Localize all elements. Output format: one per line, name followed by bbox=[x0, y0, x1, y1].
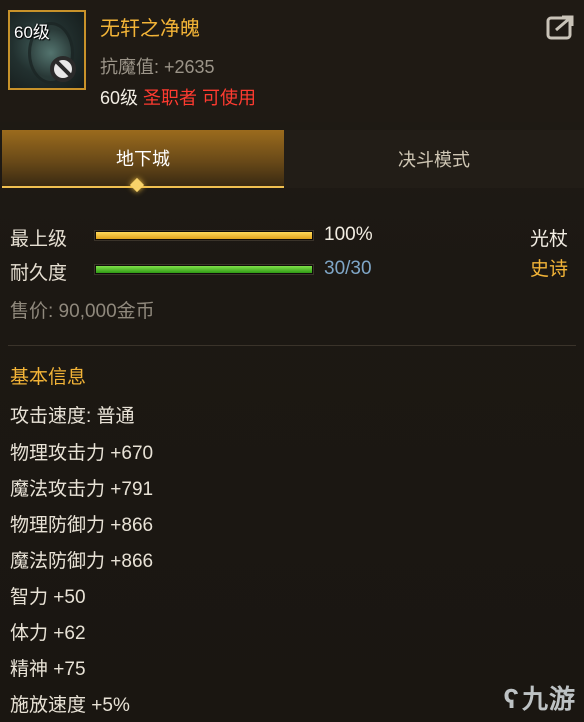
tab-dungeon[interactable]: 地下城 bbox=[2, 130, 284, 188]
basic-info-title: 基本信息 bbox=[10, 367, 87, 388]
required-class: 圣职者 可使用 bbox=[143, 88, 257, 108]
required-level: 60级 bbox=[100, 88, 139, 108]
stat-line: 魔法防御力 +866 bbox=[10, 551, 154, 572]
requirement-line: 60级 圣职者 可使用 bbox=[100, 84, 256, 110]
stat-line: 物理攻击力 +670 bbox=[10, 443, 154, 464]
stat-line: 施放速度 +5% bbox=[10, 695, 130, 716]
grade-value: 100% bbox=[324, 224, 373, 245]
watermark-logo: ʕ九游 bbox=[503, 679, 576, 716]
grade-label: 最上级 bbox=[10, 229, 68, 250]
item-header: 60级 无轩之净魄 抗魔值: +2635 60级 圣职者 可使用 bbox=[0, 0, 584, 122]
anti-magic-value: 抗魔值: +2635 bbox=[100, 57, 215, 77]
grade-bar bbox=[94, 230, 314, 241]
sell-price: 售价: 90,000金币 bbox=[10, 301, 155, 322]
stat-line: 智力 +50 bbox=[10, 587, 86, 608]
durability-bar bbox=[94, 264, 314, 275]
watermark-text: 九游 bbox=[521, 684, 576, 714]
share-icon[interactable] bbox=[546, 14, 576, 40]
item-icon: 60级 bbox=[8, 10, 86, 90]
swirl-logo-icon: ʕ bbox=[503, 683, 520, 714]
item-name: 无轩之净魄 bbox=[100, 18, 200, 40]
stat-line: 体力 +62 bbox=[10, 623, 86, 644]
stat-line: 精神 +75 bbox=[10, 659, 86, 680]
durability-value: 30/30 bbox=[324, 258, 372, 279]
section-divider bbox=[8, 345, 576, 346]
tab-duel-mode[interactable]: 决斗模式 bbox=[284, 130, 584, 188]
weapon-type: 光杖 bbox=[529, 229, 568, 250]
prohibited-icon bbox=[50, 56, 76, 82]
item-level-tag: 60级 bbox=[14, 23, 50, 42]
item-tooltip-panel: 60级 无轩之净魄 抗魔值: +2635 60级 圣职者 可使用 地下城 决斗模… bbox=[0, 0, 584, 722]
stat-line: 物理防御力 +866 bbox=[10, 515, 154, 536]
rarity-label: 史诗 bbox=[529, 259, 568, 280]
stat-line: 魔法攻击力 +791 bbox=[10, 479, 154, 500]
durability-label: 耐久度 bbox=[10, 263, 68, 284]
durability-bar-fill bbox=[96, 266, 312, 273]
grade-bar-fill bbox=[96, 232, 312, 239]
mode-tabs: 地下城 决斗模式 bbox=[0, 130, 584, 188]
stat-line: 攻击速度: 普通 bbox=[10, 406, 135, 427]
